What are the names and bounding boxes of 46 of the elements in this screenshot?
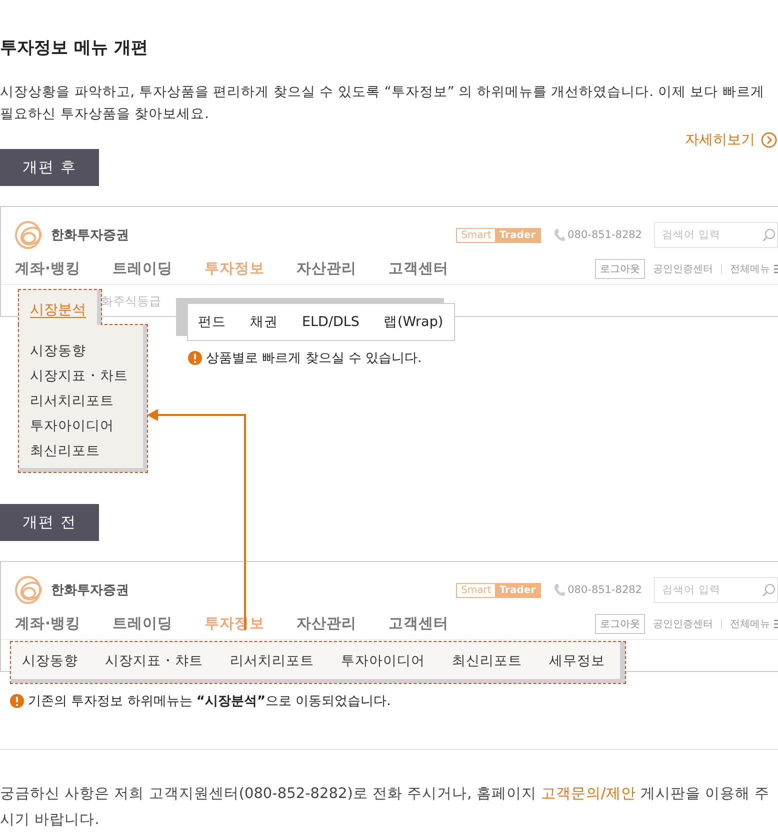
note-text: 상품별로 빠르게 찾으실 수 있습니다. — [206, 350, 422, 367]
search-field[interactable]: 검색어 입력 — [654, 577, 778, 603]
menu-link[interactable]: ELD/DLS — [302, 314, 360, 330]
menu-link[interactable]: 펀드 — [198, 313, 226, 331]
logout-button[interactable]: 로그아웃 — [595, 258, 645, 278]
menu-link[interactable]: 랩(Wrap) — [383, 313, 444, 331]
menu-link[interactable]: 최신리포트 — [452, 652, 522, 670]
menu-link[interactable]: 세무정보 — [549, 652, 605, 670]
header-link[interactable]: 전체메뉴 — [730, 262, 770, 276]
phone-number: 080-851-8282 — [568, 229, 642, 241]
header-link[interactable]: 공인인증센터 — [653, 616, 713, 630]
intro-text: 시장상황을 파악하고, 투자상품을 편리하게 찾으실 수 있도록 “투자정보” 의 하위메뉴를 개선하였습니다. 이제 보다 빠르게 필요하신 투자상품을 찾아보세요. — [0, 83, 766, 124]
menu-link[interactable]: 채권 — [250, 313, 278, 331]
menu-link[interactable]: 시장분석 — [30, 302, 86, 318]
search-field[interactable]: 검색어 입력 — [654, 222, 778, 248]
phone-number: 080-851-8282 — [568, 584, 642, 596]
contact-text: 궁금하신 사항은 저희 고객지원센터(080-852-8282)로 전화 주시거나, 홈페이지 고객문의/제안 게시판을 이용해 주시기 바랍니다. — [0, 785, 771, 830]
section-label: 개편 후 — [0, 149, 99, 186]
nav-tab[interactable]: 고객센터 — [388, 259, 449, 278]
menu-link[interactable]: 최신리포트 — [30, 439, 147, 464]
menu-link[interactable]: 리서치리포트 — [30, 389, 147, 414]
nav-tab[interactable]: 고객센터 — [388, 614, 449, 633]
nav-tab[interactable]: 트레이딩 — [112, 259, 173, 278]
note-text: 기존의 투자정보 하위메뉴는 “시장분석”으로 이동되었습니다. — [28, 693, 391, 710]
menu-link[interactable]: 투자아이디어 — [341, 652, 425, 670]
logo-text: 한화투자증권 — [51, 582, 129, 599]
submenu-item: 화주식등급 — [101, 292, 161, 310]
menu-link[interactable]: 시장동향 — [30, 339, 147, 364]
more-link[interactable]: 자세히보기 — [685, 131, 755, 149]
nav-tab[interactable]: 계좌·뱅킹 — [15, 614, 81, 633]
contact-link[interactable]: 고객문의/제안 — [540, 786, 636, 802]
nav-tab[interactable]: 자산관리 — [296, 614, 357, 633]
nav-tab[interactable]: 자산관리 — [296, 259, 357, 278]
menu-link[interactable]: 투자아이디어 — [30, 414, 147, 439]
logo-text: 한화투자증권 — [51, 227, 129, 244]
menu-link[interactable]: 리서치리포트 — [230, 652, 314, 670]
header-link[interactable]: 전체메뉴 — [730, 616, 770, 630]
menu-link[interactable]: 시장지표・차트 — [30, 364, 147, 389]
logout-button[interactable]: 로그아웃 — [595, 614, 645, 634]
section-label: 개편 전 — [0, 504, 99, 541]
nav-tab[interactable]: 계좌·뱅킹 — [15, 259, 81, 278]
header-link[interactable]: 공인인증센터 — [653, 262, 713, 276]
menu-link[interactable]: 시장지표・챠트 — [105, 652, 203, 670]
page-title: 투자정보 메뉴 개편 — [0, 37, 149, 60]
nav-tab[interactable]: 트레이딩 — [112, 614, 173, 633]
menu-link[interactable]: 시장동향 — [22, 652, 78, 670]
